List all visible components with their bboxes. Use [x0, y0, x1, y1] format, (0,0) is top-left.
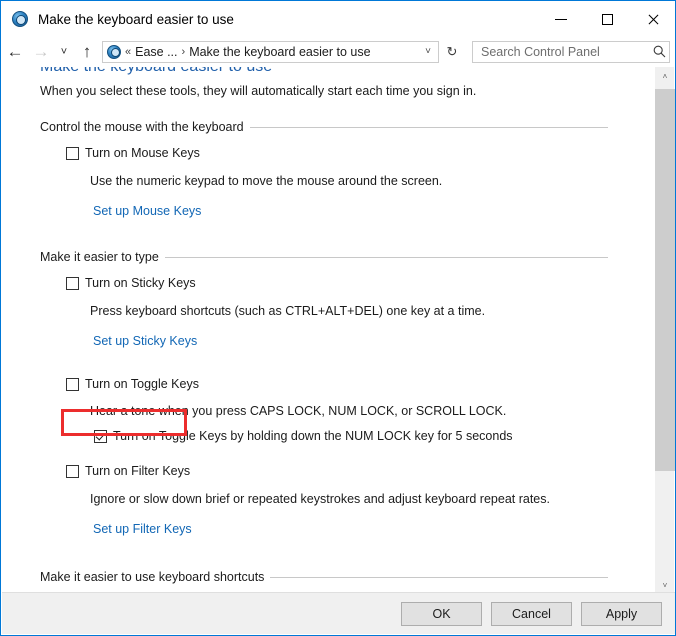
- back-button[interactable]: ←: [2, 39, 28, 65]
- scrollbar-thumb[interactable]: [655, 89, 675, 471]
- maximize-button[interactable]: [584, 3, 630, 35]
- breadcrumb-overflow-icon[interactable]: «: [125, 46, 131, 58]
- ok-button[interactable]: OK: [401, 602, 482, 626]
- checkbox-label-turn-on-filter-keys: Turn on Filter Keys: [85, 463, 190, 479]
- group-divider: [165, 257, 608, 258]
- group-header-mouse: Control the mouse with the keyboard: [40, 120, 608, 134]
- group-header-type-label: Make it easier to type: [40, 250, 159, 264]
- apply-button[interactable]: Apply: [581, 602, 662, 626]
- vertical-scrollbar[interactable]: ˄ ˅: [654, 67, 674, 594]
- page-title: Make the keyboard easier to use: [2, 67, 656, 78]
- group-easier-to-type: Make it easier to type Turn on Sticky Ke…: [2, 250, 656, 538]
- link-set-up-filter-keys[interactable]: Set up Filter Keys: [93, 521, 192, 538]
- checkbox-row-toggle-keys[interactable]: Turn on Toggle Keys: [66, 376, 608, 392]
- group-mouse-keys: Control the mouse with the keyboard Turn…: [2, 120, 656, 220]
- checkbox-row-filter-keys[interactable]: Turn on Filter Keys: [66, 463, 608, 479]
- navigation-bar: ← → ˅ ↑ « Ease ... › Make the keyboard e…: [2, 36, 676, 67]
- page-subtitle: When you select these tools, they will a…: [2, 78, 656, 100]
- description-sticky-keys: Press keyboard shortcuts (such as CTRL+A…: [90, 303, 608, 320]
- checkbox-turn-on-sticky-keys[interactable]: [66, 277, 79, 290]
- group-keyboard-shortcuts: Make it easier to use keyboard shortcuts…: [2, 570, 656, 594]
- checkbox-row-toggle-keys-numlock[interactable]: Turn on Toggle Keys by holding down the …: [94, 428, 608, 444]
- breadcrumb-item-ease[interactable]: Ease ...: [135, 45, 177, 59]
- dialog-button-bar: OK Cancel Apply: [2, 592, 676, 634]
- group-header-shortcuts: Make it easier to use keyboard shortcuts: [40, 570, 608, 584]
- forward-button[interactable]: →: [28, 39, 54, 65]
- refresh-icon[interactable]: ↻: [441, 41, 463, 63]
- minimize-button[interactable]: [538, 3, 584, 35]
- checkbox-label-turn-on-toggle-keys: Turn on Toggle Keys: [85, 376, 199, 392]
- checkbox-turn-on-filter-keys[interactable]: [66, 465, 79, 478]
- description-filter-keys: Ignore or slow down brief or repeated ke…: [90, 491, 608, 508]
- ease-of-access-icon: [12, 11, 28, 27]
- checkbox-label-toggle-keys-numlock-hold: Turn on Toggle Keys by holding down the …: [113, 428, 513, 444]
- checkbox-row-sticky-keys[interactable]: Turn on Sticky Keys: [66, 275, 608, 291]
- checkbox-label-turn-on-sticky-keys: Turn on Sticky Keys: [85, 275, 196, 291]
- checkbox-row-mouse-keys[interactable]: Turn on Mouse Keys: [66, 145, 608, 161]
- checkbox-label-turn-on-mouse-keys: Turn on Mouse Keys: [85, 145, 200, 161]
- address-bar-ease-of-access-icon: [107, 45, 121, 59]
- checkbox-turn-on-toggle-keys[interactable]: [66, 378, 79, 391]
- maximize-icon: [602, 14, 613, 25]
- breadcrumb-separator-icon: ›: [182, 46, 186, 58]
- search-icon[interactable]: [649, 45, 669, 58]
- link-set-up-sticky-keys[interactable]: Set up Sticky Keys: [93, 333, 197, 350]
- group-header-shortcuts-label: Make it easier to use keyboard shortcuts: [40, 570, 264, 584]
- description-toggle-keys: Hear a tone when you press CAPS LOCK, NU…: [90, 403, 608, 420]
- caption-buttons: [538, 2, 676, 36]
- breadcrumb-item-current[interactable]: Make the keyboard easier to use: [189, 45, 370, 59]
- up-button[interactable]: ↑: [74, 39, 100, 65]
- search-input[interactable]: [479, 42, 649, 62]
- scroll-up-icon[interactable]: ˄: [655, 67, 675, 85]
- link-set-up-mouse-keys[interactable]: Set up Mouse Keys: [93, 203, 201, 220]
- cancel-button[interactable]: Cancel: [491, 602, 572, 626]
- recent-locations-button[interactable]: ˅: [54, 39, 74, 65]
- group-divider: [250, 127, 608, 128]
- description-mouse-keys: Use the numeric keypad to move the mouse…: [90, 173, 608, 190]
- title-bar: Make the keyboard easier to use: [2, 2, 676, 36]
- search-box[interactable]: [472, 41, 670, 63]
- content-pane: Make the keyboard easier to use When you…: [2, 67, 656, 594]
- group-header-mouse-label: Control the mouse with the keyboard: [40, 120, 244, 134]
- window-title: Make the keyboard easier to use: [38, 12, 234, 27]
- checkbox-toggle-keys-numlock-hold[interactable]: [94, 430, 107, 443]
- group-divider: [270, 577, 608, 578]
- chevron-down-icon[interactable]: ˅: [425, 46, 431, 57]
- close-icon: [647, 13, 660, 26]
- group-header-type: Make it easier to type: [40, 250, 608, 264]
- control-panel-window: Make the keyboard easier to use ← → ˅ ↑ …: [0, 0, 676, 636]
- checkbox-turn-on-mouse-keys[interactable]: [66, 147, 79, 160]
- address-bar[interactable]: « Ease ... › Make the keyboard easier to…: [102, 41, 439, 63]
- close-button[interactable]: [630, 3, 676, 35]
- minimize-icon: [555, 19, 567, 20]
